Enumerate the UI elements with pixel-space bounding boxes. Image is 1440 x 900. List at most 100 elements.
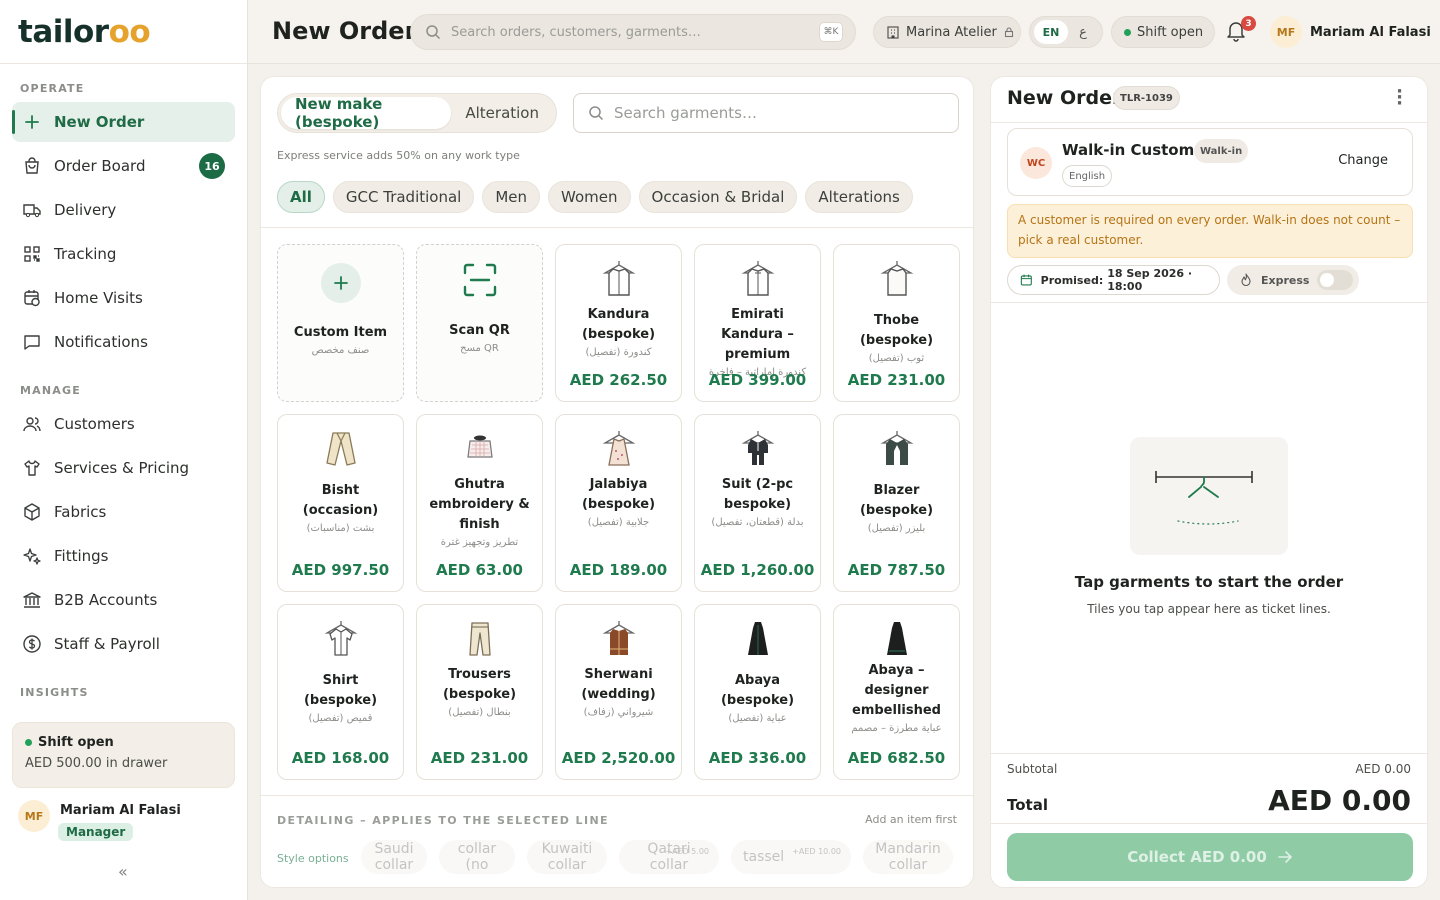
tile-kandura[interactable]: Kandura (bespoke) كندورة (تفصيل) AED 262… (555, 244, 682, 402)
option-mandarin-collar[interactable]: Mandarin collar (863, 840, 953, 874)
truck-icon (23, 204, 41, 218)
tile-thobe[interactable]: Thobe (bespoke) ثوب (تفصيل) AED 231.00 (833, 244, 960, 402)
divider (991, 823, 1427, 824)
chip-men[interactable]: Men (482, 181, 541, 213)
users-icon (23, 417, 41, 432)
tile-bisht[interactable]: Bisht (occasion) بشت (مناسبات) AED 997.5… (277, 414, 404, 592)
search-placeholder: Search garments… (614, 104, 757, 122)
chip-all[interactable]: All (277, 181, 325, 213)
chip-women[interactable]: Women (548, 181, 631, 213)
tile-price: AED 231.00 (847, 371, 946, 389)
shift-status-pill[interactable]: Shift open (1111, 16, 1215, 48)
express-toggle[interactable]: Express (1227, 265, 1359, 295)
tile-name-ar: بليزر (تفصيل) (867, 523, 926, 534)
sidebar-item-delivery[interactable]: Delivery (12, 190, 235, 230)
tile-name-ar: شيرواني (زفاف) (583, 707, 654, 718)
sidebar-item-services-pricing[interactable]: Services & Pricing (12, 448, 235, 488)
lang-en-button[interactable]: EN (1034, 20, 1068, 44)
tile-blazer[interactable]: Blazer (bespoke) بليزر (تفصيل) AED 787.5… (833, 414, 960, 592)
tile-name-ar: بنطال (تفصيل) (448, 707, 511, 718)
tile-abaya-designer[interactable]: Abaya – designer embellished عباية مطرزة… (833, 604, 960, 780)
more-options-icon[interactable]: · · · (1396, 83, 1403, 113)
ticket-number-badge: TLR-1039 (1113, 86, 1180, 110)
chip-gcc-traditional[interactable]: GCC Traditional (332, 181, 475, 213)
top-header: New Order Search orders, customers, garm… (248, 0, 1440, 64)
empty-state-title: Tap garments to start the order (1074, 573, 1344, 591)
shift-status-text: Shift open (38, 735, 114, 750)
promised-label: Promised: (1040, 273, 1104, 287)
tile-name: Custom Item (293, 325, 388, 340)
collapse-sidebar-button[interactable]: « (118, 862, 128, 881)
option-kuwaiti-collar[interactable]: Kuwaiti collar (527, 840, 607, 874)
collect-payment-button[interactable]: Collect AED 0.00 (1007, 833, 1413, 881)
option-saudi-collar[interactable]: Saudi collar (361, 840, 427, 874)
order-title: New Order (1007, 87, 1122, 109)
hanger-rail-icon (1155, 471, 1253, 525)
garment-search-input[interactable]: Search garments… (573, 93, 959, 133)
header-user-menu[interactable]: MF Mariam Al Falasi (1270, 16, 1431, 48)
sidebar-item-new-order[interactable]: New Order (12, 102, 235, 142)
tile-name: Abaya – designer embellished (852, 663, 941, 718)
user-name: Mariam Al Falasi (60, 803, 181, 818)
store-selector[interactable]: Marina Atelier (873, 16, 1021, 48)
shift-status-text: Shift open (1137, 24, 1204, 40)
sidebar-item-b2b-accounts[interactable]: B2B Accounts (12, 580, 235, 620)
express-switch[interactable] (1317, 270, 1354, 290)
chip-alterations[interactable]: Alterations (805, 181, 913, 213)
drawer-amount: AED 500.00 in drawer (25, 756, 168, 771)
kandura-icon (602, 261, 635, 296)
tile-custom-item[interactable]: Custom Item صنف مخصص (277, 244, 404, 402)
tile-name: Ghutra embroidery & finish (429, 477, 530, 532)
sidebar-item-customers[interactable]: Customers (12, 404, 235, 444)
sidebar-item-staff-payroll[interactable]: Staff & Payroll (12, 624, 235, 664)
promised-date-picker[interactable]: Promised: 18 Sep 2026 · 18:00 (1007, 265, 1220, 295)
tile-name: Jalabiya (bespoke) (581, 477, 656, 512)
tile-price: AED 1,260.00 (700, 561, 815, 579)
tile-shirt[interactable]: Shirt (bespoke) قميص (تفصيل) AED 168.00 (277, 604, 404, 780)
sidebar-item-fittings[interactable]: Fittings (12, 536, 235, 576)
sidebar-item-tracking[interactable]: Tracking (12, 234, 235, 274)
sidebar-user[interactable]: MF Mariam Al Falasi Manager (18, 800, 181, 841)
shortcut-hint: ⌘K (819, 22, 843, 42)
mode-new-make[interactable]: New make (bespoke) (281, 95, 452, 131)
change-customer-button[interactable]: Change (1338, 153, 1388, 168)
tile-ghutra[interactable]: Ghutra embroidery & finish تطريز وتجهيز … (416, 414, 543, 592)
notifications-button[interactable]: 3 (1226, 16, 1256, 44)
total-value: AED 0.00 (1268, 784, 1411, 817)
cube-icon (24, 503, 40, 521)
sidebar-item-label: Fabrics (54, 503, 107, 521)
tile-scan-qr[interactable]: Scan QR مسح QR (416, 244, 543, 402)
divider (261, 227, 973, 228)
customer-card[interactable]: WC Walk-in Customer Walk-in English Chan… (1007, 128, 1413, 196)
mode-alteration[interactable]: Alteration (451, 97, 553, 129)
status-dot-icon (1124, 28, 1131, 36)
language-switcher[interactable]: EN ع (1029, 16, 1103, 48)
plus-icon (320, 263, 361, 303)
tile-sherwani[interactable]: Sherwani (wedding) شيرواني (زفاف) AED 2,… (555, 604, 682, 780)
tile-name: Trousers (bespoke) (442, 667, 517, 702)
tile-name-ar: كندورة (تفصيل) (585, 347, 652, 358)
work-type-toggle: New make (bespoke) Alteration (277, 93, 557, 133)
sidebar-item-order-board[interactable]: Order Board 16 (12, 146, 235, 186)
global-search-input[interactable]: Search orders, customers, garments… ⌘K (410, 14, 856, 50)
tile-trousers[interactable]: Trousers (bespoke) بنطال (تفصيل) AED 231… (416, 604, 543, 780)
option-qatari-collar[interactable]: Qatari collar +AED 5.00 (619, 840, 719, 874)
qr-icon (24, 246, 40, 262)
tile-price: AED 231.00 (430, 749, 529, 767)
shift-status-card[interactable]: Shift open AED 500.00 in drawer (12, 722, 235, 788)
sidebar-item-label: Home Visits (54, 289, 143, 307)
tile-abaya[interactable]: Abaya (bespoke) عباية (تفصيل) AED 336.00 (694, 604, 821, 780)
sidebar-item-home-visits[interactable]: Home Visits (12, 278, 235, 318)
lang-ar-button[interactable]: ع (1068, 25, 1098, 40)
chip-occasion-bridal[interactable]: Occasion & Bridal (638, 181, 798, 213)
tile-suit[interactable]: Suit (2-pc bespoke) بدلة (قطعتان، تفصيل)… (694, 414, 821, 592)
sidebar-item-fabrics[interactable]: Fabrics (12, 492, 235, 532)
tile-jalabiya[interactable]: Jalabiya (bespoke) جلابية (تفصيل) AED 18… (555, 414, 682, 592)
option-collar-no[interactable]: collar (no (439, 840, 515, 874)
sidebar-item-notifications[interactable]: Notifications (12, 322, 235, 362)
message-icon (24, 335, 40, 350)
brand-logo[interactable]: tailoroo (0, 0, 247, 64)
tile-emirati-kandura[interactable]: Emirati Kandura – premium كندورة إماراتي… (694, 244, 821, 402)
option-tassel[interactable]: tassel +AED 10.00 (731, 840, 851, 874)
abaya-designer-icon (886, 622, 907, 655)
